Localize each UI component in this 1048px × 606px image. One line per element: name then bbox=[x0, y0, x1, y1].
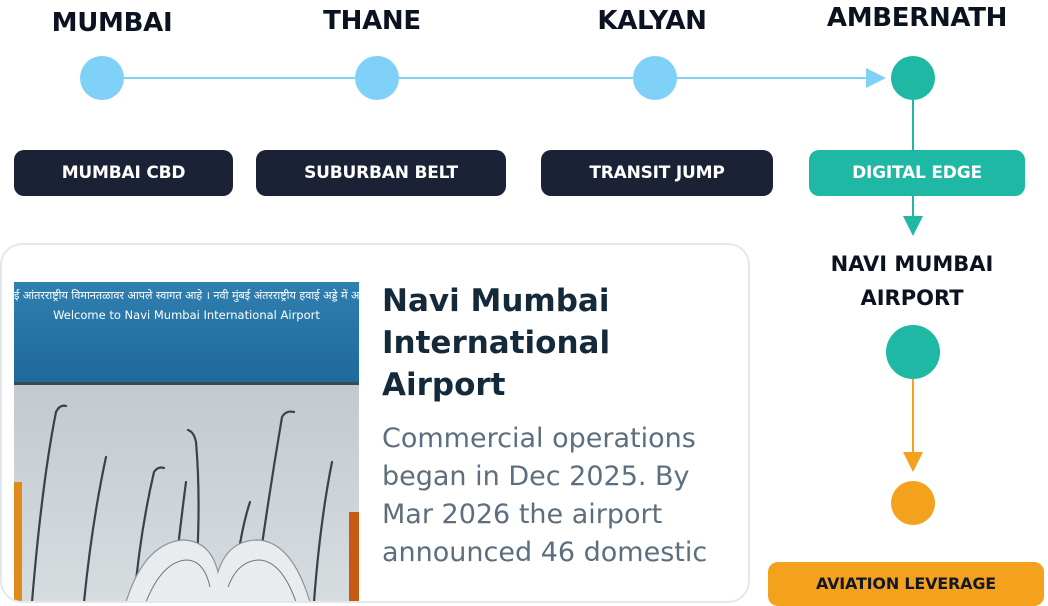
timeline-dot-kalyan bbox=[633, 56, 677, 100]
card-description-line-3: Mar 2026 the airport bbox=[382, 499, 663, 530]
card-title-line-3: Airport bbox=[382, 367, 506, 403]
tag-suburban-belt: SUBURBAN BELT bbox=[256, 150, 506, 196]
card-description-line-4: announced 46 domestic bbox=[382, 537, 708, 568]
city-label-thane: THANE bbox=[323, 6, 421, 36]
airport-photo: ई आंतरराष्ट्रीय विमानतळावर आपले स्वागत आ… bbox=[14, 282, 359, 601]
timeline-dot-mumbai bbox=[80, 56, 124, 100]
sign-text-regional: ई आंतरराष्ट्रीय विमानतळावर आपले स्वागत आ… bbox=[14, 289, 359, 302]
city-label-ambernath: AMBERNATH bbox=[826, 3, 1008, 33]
airport-label-line-1: NAVI MUMBAI bbox=[830, 252, 994, 276]
card-description: Commercial operations began in Dec 2025.… bbox=[382, 420, 742, 572]
card-title-line-1: Navi Mumbai bbox=[382, 283, 610, 319]
timeline-dot-thane bbox=[355, 56, 399, 100]
card-title-line-2: International bbox=[382, 325, 611, 361]
aviation-dot bbox=[891, 481, 935, 525]
airport-label: NAVI MUMBAI AIRPORT bbox=[808, 247, 1016, 315]
airport-photo-illustration bbox=[14, 282, 359, 601]
card-title: Navi Mumbai International Airport bbox=[382, 280, 712, 406]
city-label-kalyan: KALYAN bbox=[597, 6, 707, 36]
tag-transit-jump: TRANSIT JUMP bbox=[541, 150, 773, 196]
tag-aviation-leverage: AVIATION LEVERAGE bbox=[768, 562, 1044, 606]
sign-text-english: Welcome to Navi Mumbai International Air… bbox=[53, 308, 320, 322]
tag-mumbai-cbd: MUMBAI CBD bbox=[14, 150, 233, 196]
tag-digital-edge: DIGITAL EDGE bbox=[809, 150, 1025, 196]
timeline-dot-ambernath bbox=[891, 56, 935, 100]
card-description-line-2: began in Dec 2025. By bbox=[382, 461, 690, 492]
airport-dot bbox=[886, 325, 940, 379]
airport-label-line-2: AIRPORT bbox=[860, 286, 964, 310]
card-description-line-1: Commercial operations bbox=[382, 423, 696, 454]
city-label-mumbai: MUMBAI bbox=[51, 8, 173, 38]
airport-info-card: ई आंतरराष्ट्रीय विमानतळावर आपले स्वागत आ… bbox=[0, 243, 750, 603]
